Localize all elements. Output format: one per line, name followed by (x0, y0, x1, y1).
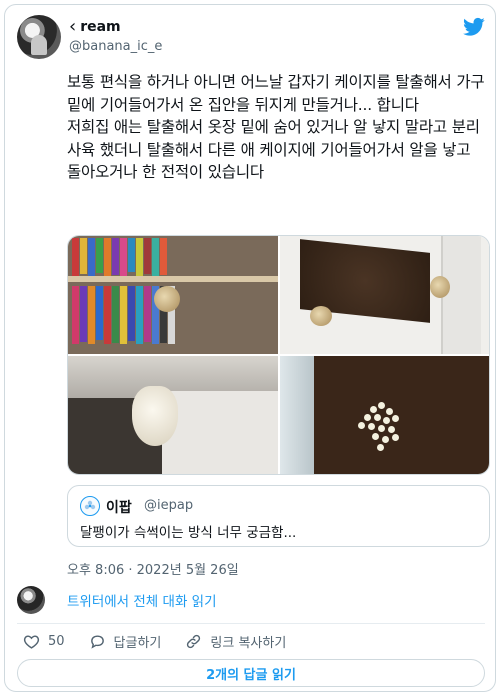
quoted-author-avatar (80, 496, 100, 516)
copy-link-button[interactable]: 링크 복사하기 (185, 632, 286, 651)
snail-egg (377, 425, 385, 432)
tweet-embed-card: ‹ ream @banana_ic_e 보통 편식을 하거나 아니면 어느날 갑… (4, 4, 496, 692)
link-icon (187, 634, 201, 648)
reply-label: 답글하기 (113, 635, 162, 651)
snail-egg (357, 422, 365, 429)
tweet-media-grid[interactable] (67, 235, 490, 475)
snail-egg (376, 444, 384, 451)
divider (17, 623, 485, 624)
copy-link-label: 링크 복사하기 (210, 635, 287, 651)
snail-egg (381, 436, 389, 443)
author-name-row[interactable]: ‹ ream (69, 16, 121, 37)
snail-egg (371, 433, 379, 440)
snail-egg (385, 408, 393, 415)
cage-wall (279, 356, 314, 474)
thread-avatar (17, 586, 45, 614)
white-snail (132, 386, 178, 446)
tweet-header: ‹ ream @banana_ic_e (17, 15, 485, 65)
snail-egg (367, 423, 375, 430)
reply-button[interactable]: 답글하기 (89, 632, 162, 651)
snail-egg (391, 434, 399, 441)
snail-egg (382, 417, 390, 424)
like-count: 50 (48, 633, 65, 649)
read-conversation-row[interactable]: 트위터에서 전체 대화 읽기 (17, 585, 485, 615)
flower-icon (84, 500, 96, 510)
author-avatar[interactable] (17, 15, 61, 59)
read-replies-button[interactable]: 2개의 답글 읽기 (17, 659, 485, 687)
action-bar: 50 답글하기 링크 복사하기 (23, 631, 310, 651)
book-row (72, 238, 167, 276)
floor-panel (162, 391, 278, 474)
like-button[interactable]: 50 (23, 633, 65, 650)
photo-snail-drawer[interactable] (279, 236, 489, 354)
quoted-author-name: 이팝 (106, 500, 132, 516)
chevron-left-icon: ‹ (69, 16, 77, 37)
read-conversation-link[interactable]: 트위터에서 전체 대화 읽기 (67, 590, 217, 610)
snail-shell (429, 276, 450, 298)
snail-shell (154, 286, 180, 312)
twitter-bird-icon[interactable] (463, 17, 485, 37)
photo-snail-bookshelf[interactable] (68, 236, 278, 354)
photo-snail-eggs[interactable] (279, 356, 489, 474)
author-handle[interactable]: @banana_ic_e (69, 39, 162, 54)
reply-bubble-icon (90, 634, 104, 649)
quoted-tweet-text: 달팽이가 슥썩이는 방식 너무 궁금함... (80, 525, 297, 541)
snail-egg (391, 415, 399, 422)
author-name[interactable]: ream (80, 19, 120, 35)
shelf-board (68, 276, 278, 282)
drawer-side-panel (441, 236, 481, 354)
snail-egg (373, 414, 381, 421)
snail-egg (377, 402, 385, 409)
snail-egg (387, 426, 395, 433)
snail-egg (369, 406, 377, 413)
heart-icon (23, 634, 40, 649)
snail-shell (309, 306, 332, 326)
quoted-tweet[interactable]: 이팝 @iepap 달팽이가 슥썩이는 방식 너무 궁금함... (67, 485, 490, 547)
tweet-timestamp[interactable]: 오후 8:06 · 2022년 5월 26일 (67, 559, 239, 578)
quoted-author-handle: @iepap (144, 498, 194, 513)
snail-egg (363, 414, 371, 421)
tweet-text: 보통 편식을 하거나 아니면 어느날 갑자기 케이지를 탈출해서 가구 밑에 기… (67, 73, 485, 181)
photo-snail-gap[interactable] (68, 356, 278, 474)
